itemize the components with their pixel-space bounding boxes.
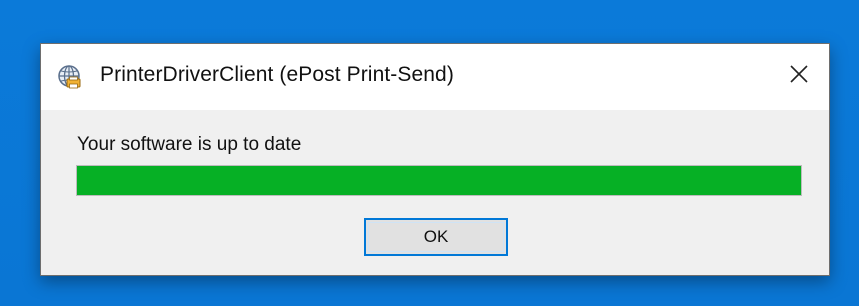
window-title: PrinterDriverClient (ePost Print-Send)	[100, 63, 454, 86]
progress-bar	[76, 165, 802, 196]
update-dialog: PrinterDriverClient (ePost Print-Send) Y…	[40, 43, 830, 276]
progress-fill	[77, 166, 801, 195]
globe-printer-icon	[57, 64, 83, 90]
close-icon	[789, 64, 809, 89]
title-bar[interactable]: PrinterDriverClient (ePost Print-Send)	[41, 44, 829, 110]
desktop-background: PrinterDriverClient (ePost Print-Send) Y…	[0, 0, 859, 306]
ok-button[interactable]: OK	[364, 218, 508, 256]
close-button[interactable]	[769, 52, 829, 100]
dialog-content: Your software is up to date OK	[41, 110, 829, 277]
status-message: Your software is up to date	[77, 134, 302, 155]
